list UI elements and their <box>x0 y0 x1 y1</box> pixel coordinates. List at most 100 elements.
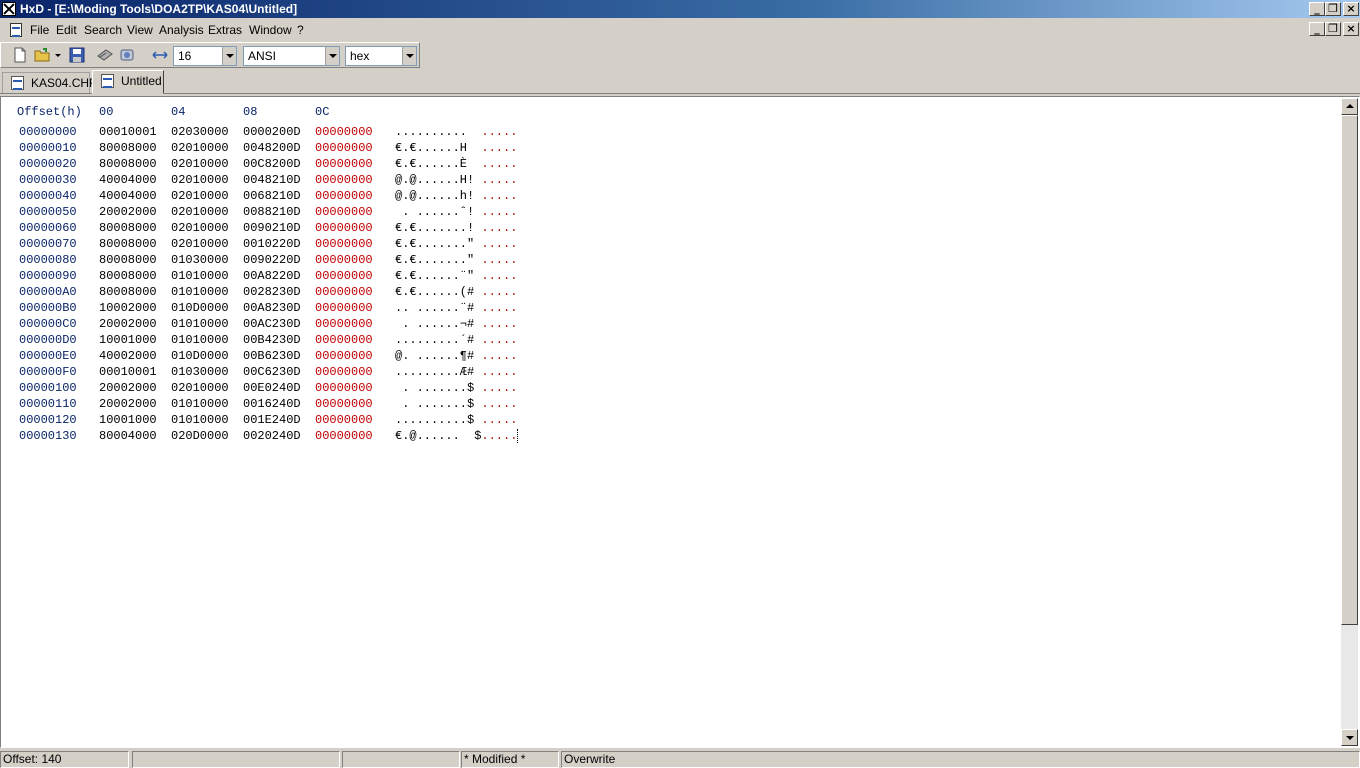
ascii-text[interactable]: €.€....... <box>395 237 467 251</box>
hex-byte-group[interactable]: 00000000 <box>315 205 373 219</box>
ascii-text[interactable]: $ <box>467 397 474 411</box>
offset-base-select[interactable]: hex <box>345 46 417 66</box>
hex-byte-group[interactable]: 00000000 <box>315 333 373 347</box>
hex-byte-group[interactable]: 10001000 <box>99 413 157 427</box>
hex-byte-group[interactable]: 01010000 <box>171 333 229 347</box>
ascii-text[interactable]: . ....... <box>395 397 467 411</box>
hex-byte-group[interactable]: 01030000 <box>171 253 229 267</box>
ascii-text-highlighted[interactable]: ..... <box>481 397 517 411</box>
row-offset[interactable]: 00000080 <box>19 253 77 267</box>
ascii-text[interactable]: # <box>467 285 474 299</box>
row-offset[interactable]: 00000130 <box>19 429 77 443</box>
ascii-text[interactable]: €.€......¨ <box>395 269 467 283</box>
hex-byte-group[interactable]: 10002000 <box>99 301 157 315</box>
hex-byte-group[interactable]: 0048210D <box>243 173 301 187</box>
open-disk-icon[interactable] <box>97 47 113 63</box>
hex-byte-group[interactable]: 0010220D <box>243 237 301 251</box>
restore-document-button[interactable]: ❐ <box>1325 22 1341 36</box>
ascii-text[interactable]: ! <box>467 189 474 203</box>
ascii-text-highlighted[interactable]: ..... <box>481 381 517 395</box>
ascii-text-highlighted[interactable]: ..... <box>481 205 517 219</box>
ascii-text-highlighted[interactable]: ..... <box>481 317 517 331</box>
hex-byte-group[interactable]: 0028230D <box>243 285 301 299</box>
menu-file[interactable]: File <box>30 23 49 37</box>
hex-byte-group[interactable]: 01010000 <box>171 269 229 283</box>
ascii-text[interactable]: .. ......¨ <box>395 301 467 315</box>
row-offset[interactable]: 00000020 <box>19 157 77 171</box>
hex-byte-group[interactable]: 02010000 <box>171 173 229 187</box>
ascii-text[interactable] <box>467 157 474 171</box>
ascii-text-highlighted[interactable]: ..... <box>481 365 517 379</box>
hex-byte-group[interactable]: 02010000 <box>171 381 229 395</box>
ascii-text-highlighted[interactable]: ..... <box>481 333 517 347</box>
ascii-text[interactable]: " <box>467 237 474 251</box>
hex-byte-group[interactable]: 00000000 <box>315 253 373 267</box>
ascii-text-highlighted[interactable]: ..... <box>481 253 517 267</box>
ascii-text-highlighted[interactable]: ..... <box>481 189 517 203</box>
hex-byte-group[interactable]: 00E0240D <box>243 381 301 395</box>
hex-byte-group[interactable]: 00B4230D <box>243 333 301 347</box>
menu-window[interactable]: Window <box>249 23 292 37</box>
offset-base-chevron-down-icon[interactable] <box>402 47 416 65</box>
ascii-text[interactable]: $ <box>467 413 474 427</box>
bytes-per-row-chevron-down-icon[interactable] <box>222 47 236 65</box>
hex-byte-group[interactable]: 00000000 <box>315 381 373 395</box>
hex-byte-group[interactable]: 00010001 <box>99 125 157 139</box>
hex-editor-view[interactable]: Offset(h) 00 04 08 0C 00000000 00010001 02… <box>0 96 1360 748</box>
ascii-text-highlighted[interactable]: ..... <box>481 141 517 155</box>
ascii-text-highlighted[interactable]: ..... <box>481 157 517 171</box>
ascii-text-highlighted[interactable]: ..... <box>481 429 519 443</box>
close-document-button[interactable]: × <box>1343 22 1359 36</box>
row-offset[interactable]: 00000000 <box>19 125 77 139</box>
hex-byte-group[interactable]: 01010000 <box>171 317 229 331</box>
ascii-text[interactable]: $ <box>467 381 474 395</box>
ascii-text[interactable]: €.€......( <box>395 285 467 299</box>
scrollbar-thumb[interactable] <box>1341 115 1358 625</box>
ascii-text[interactable]: .......... <box>395 125 467 139</box>
hex-byte-group[interactable]: 010D0000 <box>171 349 229 363</box>
hex-byte-group[interactable]: 02010000 <box>171 237 229 251</box>
ascii-text-highlighted[interactable]: ..... <box>481 237 517 251</box>
hex-byte-group[interactable]: 00000000 <box>315 141 373 155</box>
hex-byte-group[interactable]: 00000000 <box>315 285 373 299</box>
menu-help[interactable]: ? <box>297 23 304 37</box>
hex-byte-group[interactable]: 80008000 <box>99 157 157 171</box>
menu-extras[interactable]: Extras <box>208 23 242 37</box>
menu-analysis[interactable]: Analysis <box>159 23 204 37</box>
hex-byte-group[interactable]: 00000000 <box>315 221 373 235</box>
ascii-text-highlighted[interactable]: ..... <box>481 413 517 427</box>
row-offset[interactable]: 00000100 <box>19 381 77 395</box>
hex-byte-group[interactable]: 40004000 <box>99 189 157 203</box>
ascii-text[interactable]: # <box>467 333 474 347</box>
hex-byte-group[interactable]: 00000000 <box>315 413 373 427</box>
hex-byte-group[interactable]: 00010001 <box>99 365 157 379</box>
hex-byte-group[interactable]: 00C8200D <box>243 157 301 171</box>
tab-untitled[interactable]: Untitled <box>92 70 164 94</box>
restore-window-button[interactable]: ❐ <box>1325 2 1341 16</box>
hex-byte-group[interactable]: 00000000 <box>315 269 373 283</box>
hex-byte-group[interactable]: 40004000 <box>99 173 157 187</box>
close-window-button[interactable]: × <box>1343 2 1359 16</box>
hex-byte-group[interactable]: 40002000 <box>99 349 157 363</box>
hex-byte-group[interactable]: 00000000 <box>315 317 373 331</box>
hex-byte-group[interactable]: 00000000 <box>315 397 373 411</box>
minimize-document-button[interactable]: _ <box>1309 22 1325 36</box>
ascii-text[interactable]: €.€......È <box>395 157 467 171</box>
charset-chevron-down-icon[interactable] <box>325 47 339 65</box>
new-file-icon[interactable] <box>12 47 28 63</box>
hex-byte-group[interactable]: 20002000 <box>99 397 157 411</box>
bytes-per-row-select[interactable]: 16 <box>173 46 237 66</box>
hex-byte-group[interactable]: 00000000 <box>315 301 373 315</box>
ascii-text[interactable]: # <box>467 349 474 363</box>
scroll-down-button[interactable] <box>1341 729 1358 746</box>
row-offset[interactable]: 000000D0 <box>19 333 77 347</box>
ascii-text[interactable]: # <box>467 365 474 379</box>
row-offset[interactable]: 00000090 <box>19 269 77 283</box>
row-offset[interactable]: 00000040 <box>19 189 77 203</box>
ascii-text[interactable]: " <box>467 269 474 283</box>
ascii-text[interactable] <box>467 141 474 155</box>
hex-byte-group[interactable]: 00AC230D <box>243 317 301 331</box>
hex-byte-group[interactable]: 02010000 <box>171 157 229 171</box>
hex-byte-group[interactable]: 020D0000 <box>171 429 229 443</box>
ascii-text[interactable]: €.@...... <box>395 429 460 443</box>
